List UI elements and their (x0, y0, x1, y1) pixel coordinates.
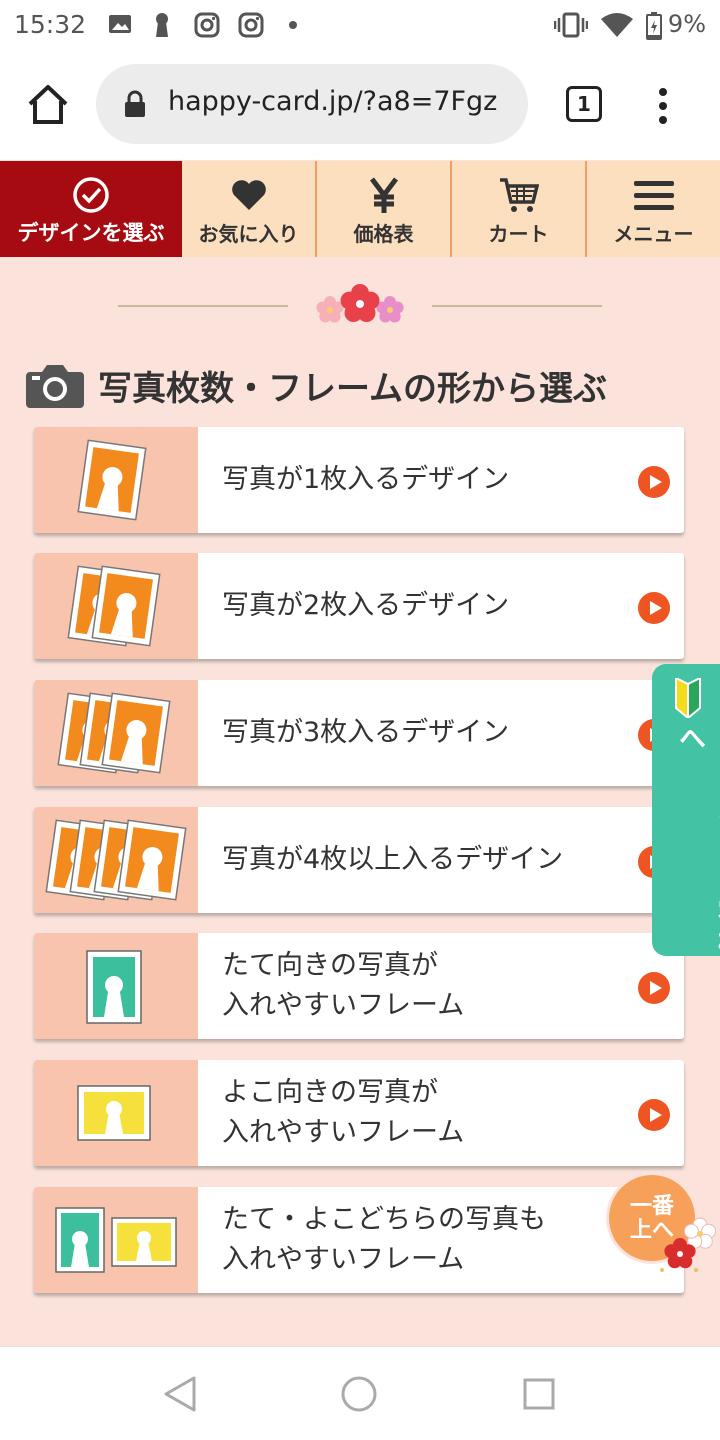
list-item-4plus-photos[interactable]: 写真が4枚以上入るデザイン (34, 807, 684, 913)
arrow-right-icon (638, 1099, 670, 1131)
list-item-label: 写真が4枚以上入るデザイン (222, 844, 564, 875)
nav-choose-design[interactable]: デザインを選ぶ (0, 161, 182, 257)
portrait-photo-icon (77, 439, 147, 521)
list-item-label: たて・よこどちらの写真も 入れやすいフレーム (222, 1204, 546, 1275)
nav-label: 価格表 (353, 222, 414, 246)
instagram-icon (238, 12, 264, 38)
four-photos-icon (45, 819, 187, 901)
portrait-and-landscape-frame-icon (55, 1207, 177, 1273)
nav-menu[interactable]: メニュー (587, 161, 720, 257)
list-item-landscape-frame[interactable]: よこ向きの写真が 入れやすいフレーム (34, 1060, 684, 1166)
recents-icon[interactable] (522, 1377, 556, 1411)
thumbnail (34, 933, 198, 1039)
list-item-3-photos[interactable]: 写真が3枚入るデザイン (34, 680, 684, 786)
home-icon[interactable] (26, 82, 70, 126)
site-nav: デザインを選ぶ お気に入り 価格表 カート メニュー (0, 161, 720, 257)
check-circle-icon (73, 177, 109, 213)
vibrate-icon (554, 12, 588, 38)
home-circle-icon[interactable] (340, 1375, 378, 1413)
browser-toolbar: happy-card.jp/?a8=7Fgz 1 (0, 50, 720, 160)
nav-favorites[interactable]: お気に入り (182, 161, 317, 257)
plum-blossom-icon (316, 284, 404, 323)
list-item-label: よこ向きの写真が 入れやすいフレーム (222, 1077, 465, 1148)
list-item-label: 写真が2枚入るデザイン (222, 590, 510, 621)
image-icon (109, 15, 131, 33)
yen-icon (369, 177, 398, 213)
arrow-right-icon (638, 466, 670, 498)
dot-icon (289, 21, 297, 29)
thumbnail (34, 427, 198, 533)
two-photos-icon (67, 565, 161, 647)
list-item-label: 写真が1枚入るデザイン (222, 464, 510, 495)
thumbnail (34, 807, 198, 913)
nav-cart[interactable]: カート (452, 161, 587, 257)
camera-icon (26, 365, 84, 408)
back-icon[interactable] (162, 1375, 198, 1413)
nav-label: デザインを選ぶ (17, 221, 165, 245)
status-bar: 15:32 9% (0, 0, 720, 50)
list-item-label: 写真が3枚入るデザイン (222, 717, 510, 748)
flower-divider (118, 280, 602, 332)
tab-switcher-button[interactable]: 1 (566, 86, 602, 122)
section-title-text: 写真枚数・フレームの形から選ぶ (98, 368, 607, 409)
more-options-icon[interactable] (648, 84, 678, 128)
url-text: happy-card.jp/?a8=7Fgz (168, 86, 498, 117)
lock-icon (125, 90, 145, 117)
nav-label: メニュー (613, 222, 694, 246)
battery-icon (646, 12, 662, 40)
keyhole-icon (156, 13, 168, 37)
portrait-frame-icon (86, 950, 142, 1024)
beginner-mark-icon (675, 678, 701, 718)
hamburger-icon (633, 181, 674, 210)
instagram-icon (194, 12, 220, 38)
list-item-both-orientation-frame[interactable]: たて・よこどちらの写真も 入れやすいフレーム (34, 1187, 684, 1293)
nav-label: お気に入り (198, 222, 299, 246)
status-time: 15:32 (14, 10, 87, 39)
list-item-portrait-frame[interactable]: たて向きの写真が 入れやすいフレーム (34, 933, 684, 1039)
system-navigation-bar (0, 1346, 720, 1440)
heart-icon (231, 180, 266, 210)
list-item-label: たて向きの写真が 入れやすいフレーム (222, 950, 465, 1021)
thumbnail (34, 553, 198, 659)
three-photos-icon (57, 692, 171, 774)
arrow-right-icon (638, 972, 670, 1004)
first-time-visitor-tab[interactable]: はじめてのお客様へ (652, 664, 720, 956)
landscape-frame-icon (77, 1085, 151, 1141)
side-tab-label: はじめてのお客様へ (674, 724, 720, 956)
list-item-1-photo[interactable]: 写真が1枚入るデザイン (34, 427, 684, 533)
list-item-2-photos[interactable]: 写真が2枚入るデザイン (34, 553, 684, 659)
plum-blossom-icon (660, 1217, 717, 1272)
cart-icon (499, 178, 539, 212)
nav-price-list[interactable]: 価格表 (317, 161, 452, 257)
thumbnail (34, 1060, 198, 1166)
thumbnail (34, 680, 198, 786)
address-bar[interactable]: happy-card.jp/?a8=7Fgz (96, 64, 528, 144)
section-title: 写真枚数・フレームの形から選ぶ (26, 358, 607, 412)
arrow-right-icon (638, 592, 670, 624)
battery-percent: 9% (667, 10, 706, 38)
wifi-icon (601, 13, 633, 37)
nav-label: カート (488, 222, 549, 246)
thumbnail (34, 1187, 198, 1293)
